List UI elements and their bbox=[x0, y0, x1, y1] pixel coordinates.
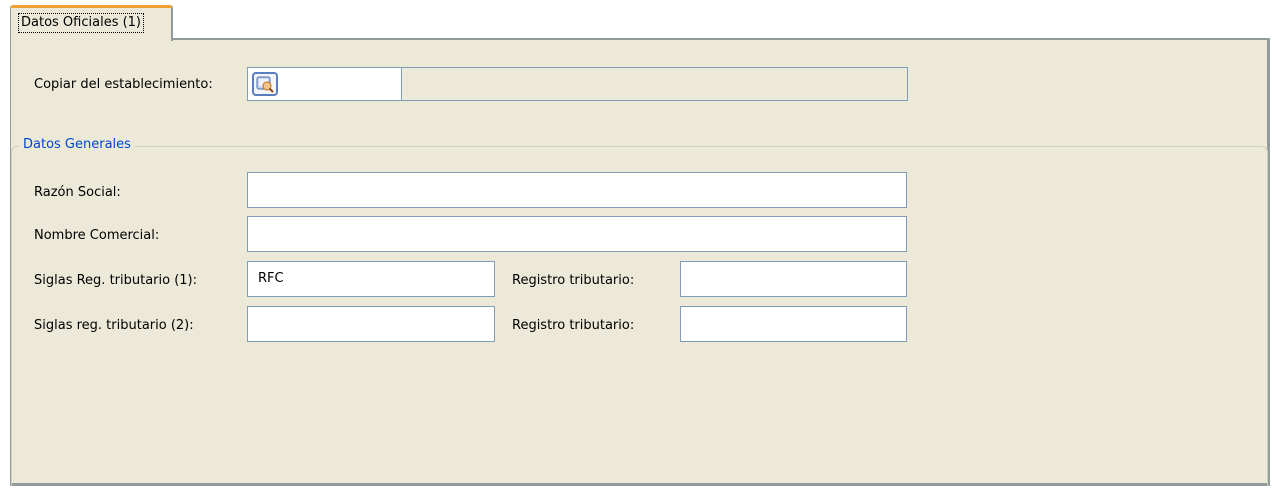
registro-2-input[interactable] bbox=[680, 306, 907, 342]
lookup-button[interactable] bbox=[252, 72, 278, 96]
tab-panel: Copiar del establecimiento: Datos Genera… bbox=[10, 38, 1270, 486]
siglas-1-input[interactable]: RFC bbox=[247, 261, 495, 297]
registro-2-label: Registro tributario: bbox=[512, 318, 635, 333]
registro-1-label: Registro tributario: bbox=[512, 273, 635, 288]
copy-from-label: Copiar del establecimiento: bbox=[34, 77, 213, 92]
razon-social-label: Razón Social: bbox=[34, 185, 121, 200]
form-window: Datos Oficiales (1) Copiar del estableci… bbox=[0, 0, 1275, 489]
nombre-comercial-input[interactable] bbox=[247, 216, 907, 252]
registro-1-input[interactable] bbox=[680, 261, 907, 297]
siglas-1-label: Siglas Reg. tributario (1): bbox=[34, 273, 198, 288]
copy-from-lookup bbox=[247, 67, 908, 101]
search-lookup-icon bbox=[256, 76, 274, 93]
siglas-2-input[interactable] bbox=[247, 306, 495, 342]
copy-from-code-input[interactable] bbox=[248, 68, 402, 100]
razon-social-input[interactable] bbox=[247, 172, 907, 208]
tab-datos-oficiales[interactable]: Datos Oficiales (1) bbox=[10, 5, 173, 41]
datos-generales-title: Datos Generales bbox=[19, 136, 135, 154]
nombre-comercial-label: Nombre Comercial: bbox=[34, 228, 160, 243]
siglas-2-label: Siglas reg. tributario (2): bbox=[34, 318, 194, 333]
tab-datos-oficiales-label: Datos Oficiales (1) bbox=[18, 13, 145, 33]
